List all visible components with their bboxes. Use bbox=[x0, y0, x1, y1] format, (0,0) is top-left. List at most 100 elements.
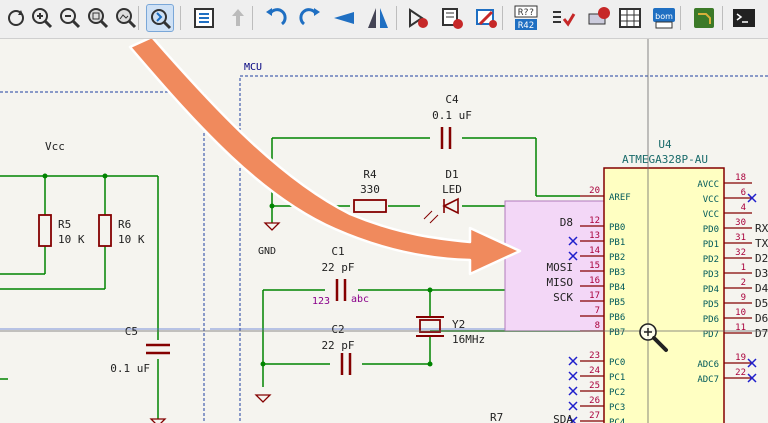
pin-name: PD5 bbox=[703, 300, 719, 310]
mirror-horizontal-icon bbox=[368, 8, 388, 28]
net-label-sck: SCK bbox=[553, 291, 573, 304]
pin-number: 18 bbox=[735, 173, 746, 183]
pin-name: ADC7 bbox=[697, 375, 719, 385]
svg-text:R42: R42 bbox=[518, 21, 534, 31]
pin-number: 15 bbox=[589, 261, 600, 271]
gnd-symbol bbox=[149, 418, 167, 423]
leave-sheet-button[interactable] bbox=[224, 4, 252, 32]
wire-junction bbox=[42, 173, 48, 179]
zoom-objects-button[interactable] bbox=[112, 4, 140, 32]
c5-value: 0.1 uF bbox=[110, 362, 150, 375]
pin-number: 25 bbox=[589, 381, 600, 391]
pin-name: PB0 bbox=[609, 223, 625, 233]
r6-value: 10 K bbox=[118, 233, 145, 246]
pin-number: 32 bbox=[735, 248, 746, 258]
mirror-h-button[interactable] bbox=[364, 4, 392, 32]
y2-crystal[interactable] bbox=[419, 319, 441, 333]
toolbar-separator bbox=[396, 6, 397, 30]
scripting-button[interactable] bbox=[730, 4, 758, 32]
footprint-assign-icon bbox=[476, 9, 497, 28]
wire-junction bbox=[427, 361, 433, 367]
pin-name: PD4 bbox=[703, 285, 719, 295]
pin-name: VCC bbox=[703, 210, 719, 220]
r6-reference: R6 bbox=[118, 218, 131, 231]
pin-name: PB6 bbox=[609, 313, 625, 323]
symbol-library-button[interactable] bbox=[438, 4, 466, 32]
annotate-icon: R?? R42 bbox=[514, 5, 538, 31]
pin-number: 22 bbox=[735, 368, 746, 378]
pin-name: PB1 bbox=[609, 238, 625, 248]
pin-number: 16 bbox=[589, 276, 600, 286]
zoom-in-button[interactable] bbox=[28, 4, 56, 32]
pin-name: PC4 bbox=[609, 418, 625, 423]
net-label-tx: TX bbox=[755, 237, 768, 250]
c1-capacitor[interactable] bbox=[335, 279, 347, 301]
hierarchy-button[interactable] bbox=[190, 4, 218, 32]
pin-number: 13 bbox=[589, 231, 600, 241]
zoom-selection-icon bbox=[151, 9, 172, 30]
net-label-d6: D6 bbox=[755, 312, 768, 325]
pin-number: 2 bbox=[741, 278, 746, 288]
mirror-v-button[interactable] bbox=[330, 4, 358, 32]
pin-number: 10 bbox=[735, 308, 746, 318]
c2-value: 22 pF bbox=[321, 339, 354, 352]
pin-number: 1 bbox=[741, 263, 746, 273]
pin-name: ADC6 bbox=[697, 360, 719, 370]
y2-value: 16MHz bbox=[452, 333, 485, 346]
pin-number: 23 bbox=[589, 351, 600, 361]
footprint-editor-button[interactable] bbox=[584, 4, 612, 32]
r5-value: 10 K bbox=[58, 233, 85, 246]
erc-button[interactable] bbox=[548, 4, 576, 32]
library-browser-icon bbox=[442, 8, 463, 29]
annotate-button[interactable]: R?? R42 bbox=[512, 4, 540, 32]
zoom-out-button[interactable] bbox=[56, 4, 84, 32]
zoom-fit-button[interactable] bbox=[84, 4, 112, 32]
wire-junction bbox=[427, 287, 433, 293]
r4-reference: R4 bbox=[363, 168, 377, 181]
pcb-button[interactable] bbox=[690, 4, 718, 32]
rotate-ccw-button[interactable] bbox=[262, 4, 290, 32]
net-label-mosi: MOSI bbox=[547, 261, 574, 274]
symbol-fields-button[interactable] bbox=[616, 4, 644, 32]
bom-button[interactable]: bom bbox=[650, 4, 678, 32]
pin-number: 8 bbox=[595, 321, 600, 331]
c4-capacitor[interactable] bbox=[440, 127, 452, 149]
rotate-cw-button[interactable] bbox=[296, 4, 324, 32]
c2-reference: C2 bbox=[331, 323, 344, 336]
c2-capacitor[interactable] bbox=[340, 353, 352, 375]
c1-field-123: 123 bbox=[312, 296, 330, 307]
d1-value: LED bbox=[442, 183, 462, 196]
r6-resistor[interactable] bbox=[98, 214, 112, 247]
pin-number: 19 bbox=[735, 353, 746, 363]
no-connect-marker bbox=[568, 401, 578, 411]
sheet-label: MCU bbox=[244, 62, 262, 73]
symbol-editor-icon bbox=[409, 8, 428, 28]
schematic-canvas[interactable]: MCUU4ATMEGA328P-AU20AREF12PB013PB114PB21… bbox=[0, 39, 768, 423]
r4-resistor[interactable] bbox=[353, 199, 387, 213]
toolbar-separator bbox=[680, 6, 681, 30]
c1-value: 22 pF bbox=[321, 261, 354, 274]
u4-reference: U4 bbox=[658, 138, 672, 151]
r5-resistor[interactable] bbox=[38, 214, 52, 247]
zoom-selection-button[interactable] bbox=[146, 4, 174, 32]
pin-name: PD2 bbox=[703, 255, 719, 265]
gnd-label: GND bbox=[258, 246, 276, 257]
c1-reference: C1 bbox=[331, 245, 344, 258]
d1-led[interactable] bbox=[442, 197, 459, 215]
pin-name: PC1 bbox=[609, 373, 625, 383]
net-label-miso: MISO bbox=[547, 276, 574, 289]
r7-reference: R7 bbox=[490, 411, 503, 423]
c5-capacitor[interactable] bbox=[146, 343, 170, 355]
pin-name: PB4 bbox=[609, 283, 625, 293]
pin-number: 24 bbox=[589, 366, 600, 376]
zoom-redraw-button[interactable] bbox=[2, 4, 30, 32]
c5-reference: C5 bbox=[125, 325, 138, 338]
pin-name: PB2 bbox=[609, 253, 625, 263]
main-toolbar: R?? R42 bom bbox=[0, 0, 768, 39]
net-label-d8: D8 bbox=[560, 216, 573, 229]
symbol-editor-button[interactable] bbox=[404, 4, 432, 32]
footprint-assign-button[interactable] bbox=[472, 4, 500, 32]
pin-number: 9 bbox=[741, 293, 746, 303]
pin-name: VCC bbox=[703, 195, 719, 205]
net-label-d5: D5 bbox=[755, 297, 768, 310]
